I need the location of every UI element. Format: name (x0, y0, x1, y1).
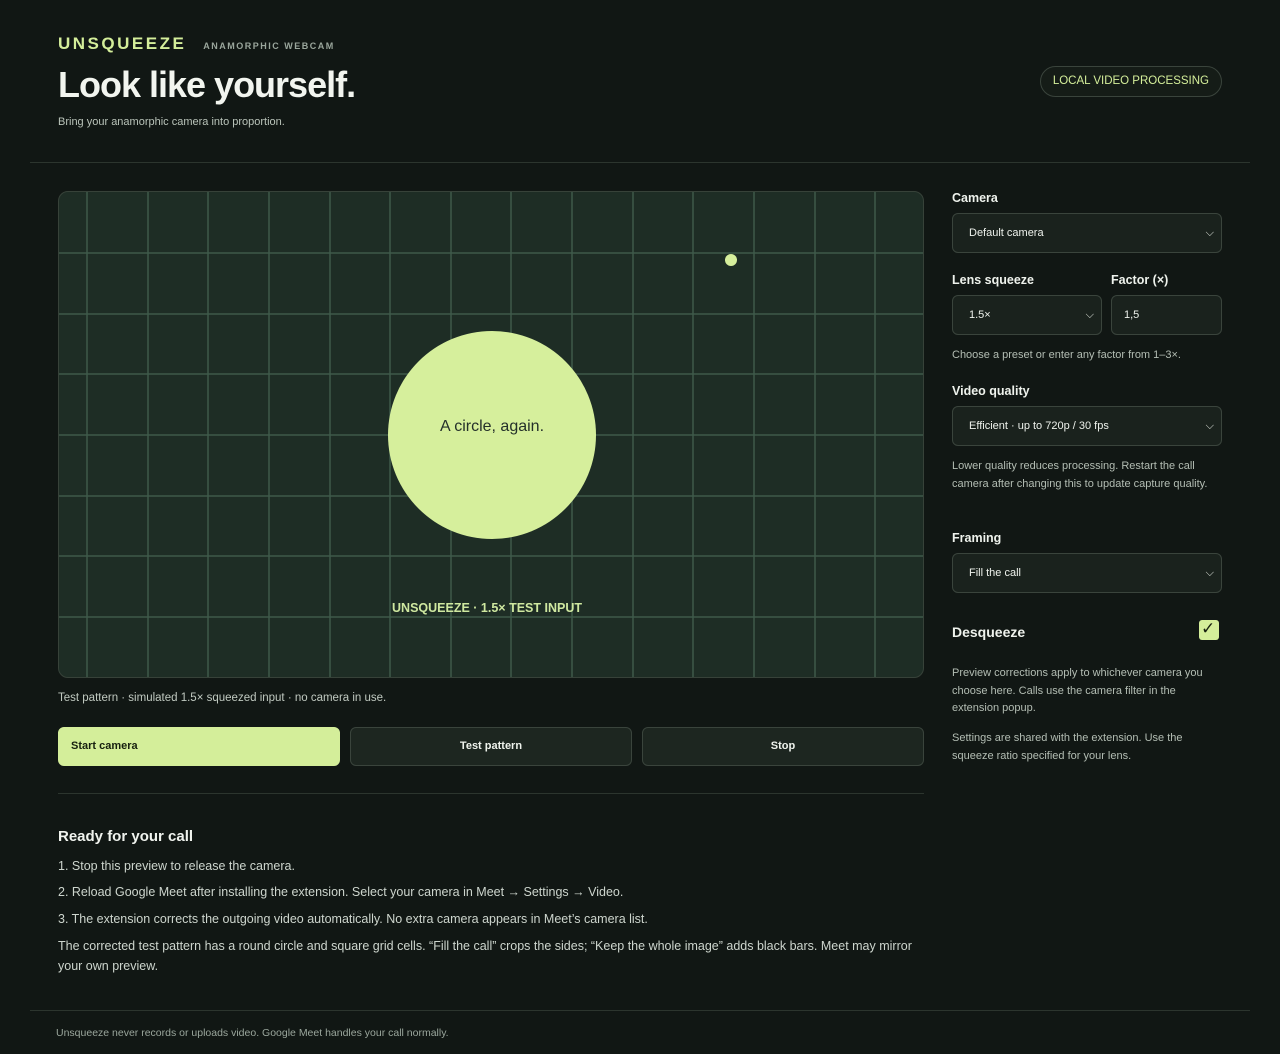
desqueeze-checkbox[interactable]: ✓ (1199, 619, 1219, 640)
ready-title: Ready for your call (58, 828, 194, 845)
ready-note: The corrected test pattern has a round c… (58, 939, 912, 973)
preview-overlay-label: UNSQUEEZE · 1.5× TEST INPUT (59, 601, 923, 615)
page-header: UNSQUEEZE ANAMORPHIC WEBCAM Look like yo… (58, 34, 1222, 134)
footer-divider (30, 1010, 1250, 1011)
lens-squeeze-value: 1.5× (969, 309, 991, 321)
chevron-down-icon: ⌵ (1205, 567, 1214, 579)
chevron-down-icon: ⌵ (1205, 227, 1214, 239)
factor-label: Factor (×) (1111, 273, 1169, 287)
framing-label: Framing (952, 531, 1002, 545)
circle-label: A circle, again. (439, 418, 545, 435)
shared-help-text: Settings are shared with the extension. … (952, 732, 1183, 762)
brand-tagline: ANAMORPHIC WEBCAM (203, 41, 335, 51)
footer-text: Unsqueeze never records or uploads video… (56, 1027, 449, 1039)
framing-select[interactable]: Fill the call ⌵ (952, 553, 1222, 593)
framing-value: Fill the call (969, 567, 1021, 579)
brand-row: UNSQUEEZE ANAMORPHIC WEBCAM (58, 34, 1222, 54)
ready-step-1: 1. Stop this preview to release the came… (58, 859, 295, 873)
quality-help-text: Lower quality reduces processing. Restar… (952, 460, 1208, 490)
start-camera-button[interactable]: Start camera (58, 727, 340, 766)
local-processing-badge: LOCAL VIDEO PROCESSING (1039, 66, 1222, 97)
brand-logo: UNSQUEEZE (58, 34, 187, 53)
lens-help-text: Choose a preset or enter any factor from… (952, 349, 1181, 361)
lens-squeeze-label: Lens squeeze (952, 273, 1034, 287)
checkmark-icon: ✓ (1201, 619, 1216, 638)
video-quality-value: Efficient · up to 720p / 30 fps (969, 420, 1109, 432)
camera-label: Camera (952, 191, 998, 205)
video-preview: A circle, again. UNSQUEEZE · 1.5× TEST I… (58, 191, 924, 678)
header-divider (30, 162, 1250, 163)
chevron-down-icon: ⌵ (1205, 420, 1214, 432)
camera-select-value: Default camera (969, 227, 1044, 239)
preview-help-text: Preview corrections apply to whichever c… (952, 667, 1203, 714)
video-quality-select[interactable]: Efficient · up to 720p / 30 fps ⌵ (952, 406, 1222, 446)
camera-select[interactable]: Default camera ⌵ (952, 213, 1222, 253)
factor-input[interactable]: 1,5 (1111, 295, 1222, 335)
test-pattern-button[interactable]: Test pattern (350, 727, 632, 766)
section-divider (58, 793, 924, 794)
desqueeze-label: Desqueeze (952, 624, 1026, 640)
video-quality-label: Video quality (952, 384, 1030, 398)
page-title: Look like yourself. (58, 64, 356, 105)
ready-step-3: 3. The extension corrects the outgoing v… (58, 912, 648, 926)
overlay-text: UNSQUEEZE · 1.5× TEST INPUT (392, 601, 582, 615)
chevron-down-icon: ⌵ (1085, 309, 1094, 321)
test-dot (725, 254, 737, 266)
lens-squeeze-select[interactable]: 1.5× ⌵ (952, 295, 1102, 335)
preview-caption: Test pattern · simulated 1.5× squeezed i… (58, 692, 387, 704)
stop-button[interactable]: Stop (642, 727, 924, 766)
page-subtitle: Bring your anamorphic camera into propor… (58, 116, 285, 128)
ready-step-2: 2. Reload Google Meet after installing t… (58, 885, 624, 899)
factor-value: 1,5 (1124, 309, 1140, 321)
